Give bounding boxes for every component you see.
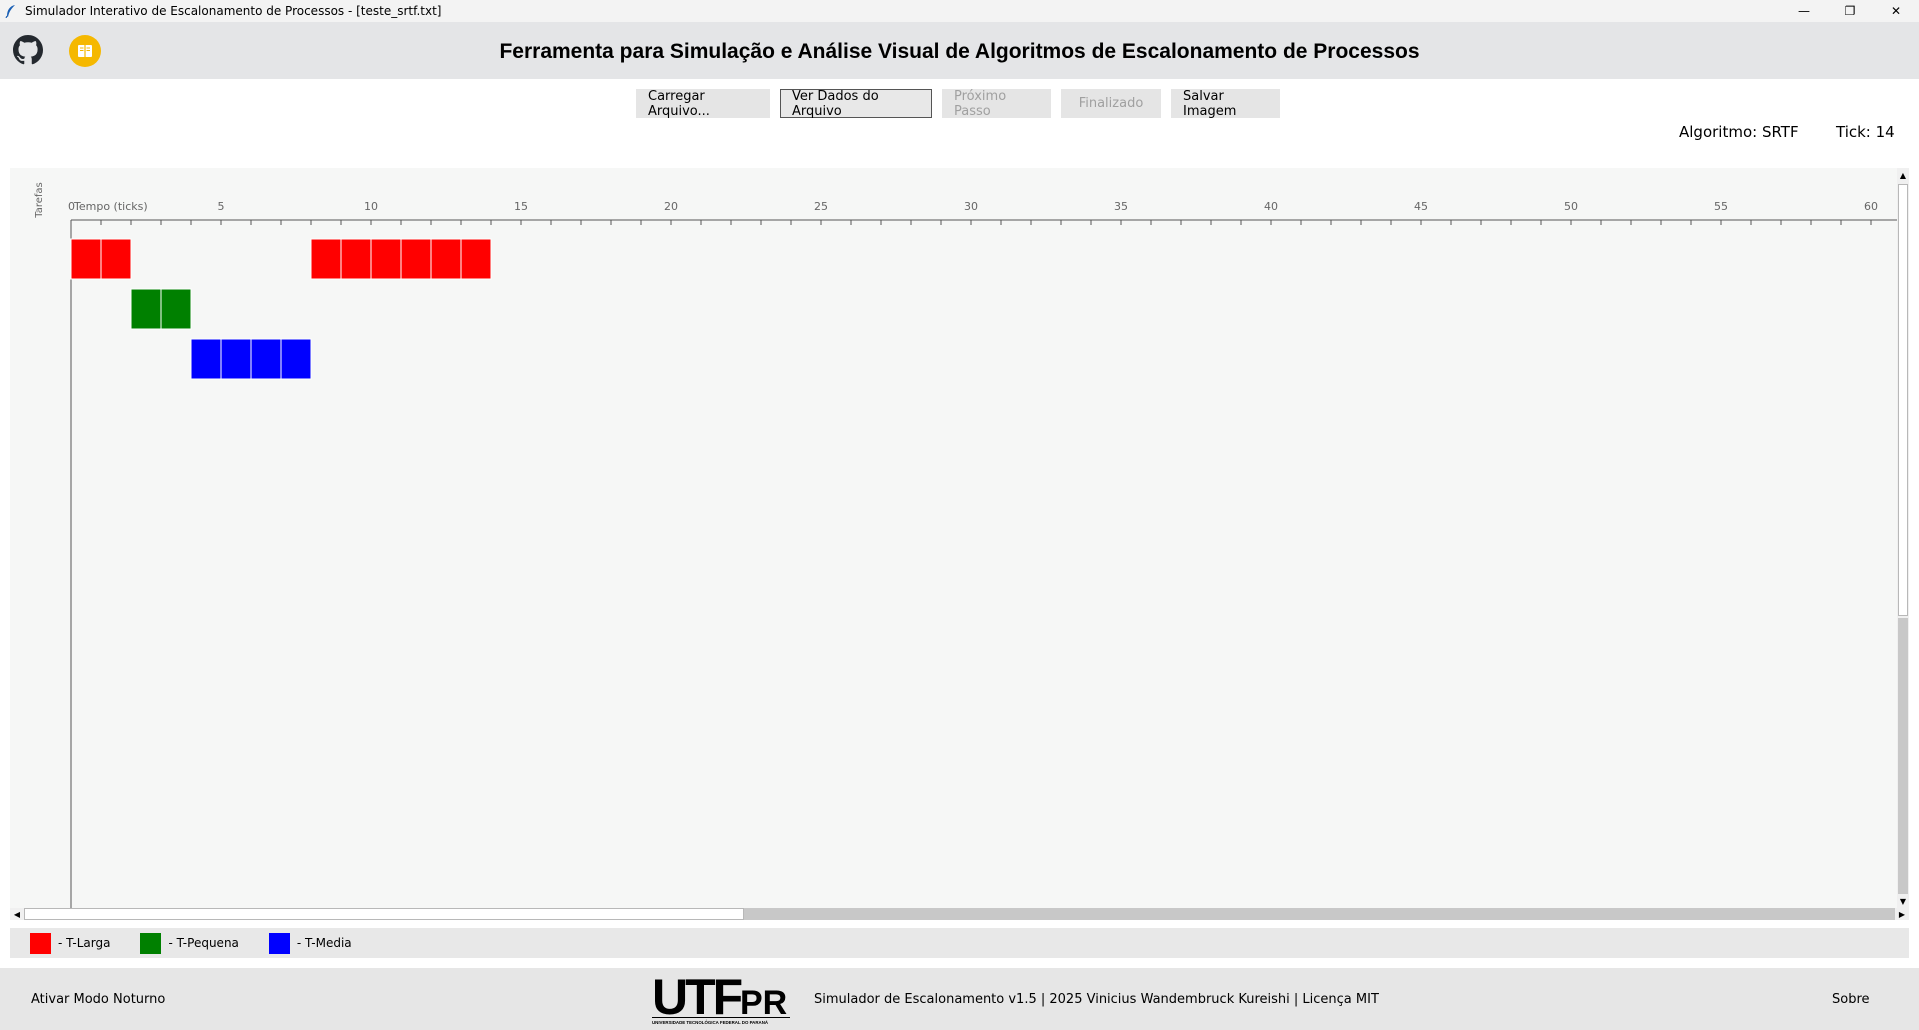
maximize-button[interactable]: ❐	[1827, 0, 1873, 22]
gantt-block-t-larga	[400, 238, 432, 280]
x-tick-label: 15	[514, 200, 528, 213]
tick-counter: Tick: 14	[1836, 123, 1895, 141]
close-button[interactable]: ✕	[1873, 0, 1919, 22]
gantt-chart-canvas: Tarefas 0 5 10 15 20 25 30 35 40 45 50 55 60 Tempo (ti…	[10, 168, 1898, 908]
vertical-scroll-track[interactable]	[1898, 618, 1908, 894]
scroll-right-arrow-icon[interactable]: ▶	[1895, 908, 1909, 920]
horizontal-scroll-thumb[interactable]	[24, 908, 744, 920]
finished-button[interactable]: Finalizado	[1061, 89, 1161, 118]
vertical-scrollbar[interactable]: ▲ ▼	[1897, 168, 1909, 908]
night-mode-toggle[interactable]: Ativar Modo Noturno	[31, 992, 165, 1007]
x-tick-label: 45	[1414, 200, 1428, 213]
app-header: Ferramenta para Simulação e Análise Visu…	[0, 22, 1919, 79]
gantt-block-t-larga	[430, 238, 462, 280]
utfpr-logo: UTF PR UNIVERSIDADE TECNOLÓGICA FEDERAL …	[652, 974, 790, 1025]
gantt-block-t-larga	[100, 238, 132, 280]
gantt-block-t-pequena	[160, 288, 192, 330]
legend-item-t-pequena: - T-Pequena	[140, 932, 239, 954]
x-axis-label: Tempo (ticks)	[73, 200, 148, 213]
scroll-left-arrow-icon[interactable]: ◀	[10, 908, 24, 920]
gantt-block-t-pequena	[130, 288, 162, 330]
scroll-up-arrow-icon[interactable]: ▲	[1897, 168, 1909, 182]
gantt-block-t-media	[220, 338, 252, 380]
x-tick-label: 25	[814, 200, 828, 213]
x-tick-label: 55	[1714, 200, 1728, 213]
x-tick-label: 20	[664, 200, 678, 213]
legend-label: - T-Larga	[58, 936, 111, 950]
toolbar: Carregar Arquivo... Ver Dados do Arquivo…	[636, 89, 1280, 119]
feather-icon	[5, 4, 19, 18]
gantt-block-t-media	[190, 338, 222, 380]
x-tick-label: 35	[1114, 200, 1128, 213]
legend-swatch	[268, 932, 290, 954]
save-image-button[interactable]: Salvar Imagem	[1171, 89, 1280, 119]
page-title: Ferramenta para Simulação e Análise Visu…	[499, 40, 1420, 63]
gantt-block-t-media	[280, 338, 312, 380]
scroll-down-arrow-icon[interactable]: ▼	[1897, 894, 1909, 908]
window-title: Simulador Interativo de Escalonamento de…	[25, 4, 442, 18]
about-link[interactable]: Sobre	[1832, 992, 1870, 1007]
gantt-block-t-larga	[340, 238, 372, 280]
window-title-bar: Simulador Interativo de Escalonamento de…	[0, 0, 1919, 22]
gantt-block-t-larga	[370, 238, 402, 280]
load-file-button[interactable]: Carregar Arquivo...	[636, 89, 770, 119]
x-tick-label: 5	[218, 200, 225, 213]
credits-text: Simulador de Escalonamento v1.5 | 2025 V…	[814, 992, 1379, 1007]
x-tick-label: 30	[964, 200, 978, 213]
gantt-chart: Tarefas 0 5 10 15 20 25 30 35 40 45 50 55 60Tempo (ti…	[34, 182, 1897, 908]
minimize-button[interactable]: —	[1781, 0, 1827, 22]
legend-label: - T-Pequena	[168, 936, 239, 950]
next-step-button[interactable]: Próximo Passo	[942, 89, 1051, 119]
y-axis-label: Tarefas	[34, 182, 45, 218]
legend-item-t-media: - T-Media	[268, 932, 352, 954]
legend-label: - T-Media	[296, 936, 352, 950]
gantt-block-t-larga	[70, 238, 102, 280]
legend-item-t-larga: - T-Larga	[30, 932, 111, 954]
window-controls: — ❐ ✕	[1781, 0, 1919, 22]
horizontal-scrollbar[interactable]: ◀ ▶	[10, 908, 1909, 920]
gantt-block-t-larga	[310, 238, 342, 280]
gantt-block-t-media	[250, 338, 282, 380]
x-tick-label: 60	[1864, 200, 1878, 213]
vertical-scroll-thumb[interactable]	[1898, 184, 1908, 616]
legend-swatch	[30, 932, 51, 954]
legend-swatch	[140, 932, 162, 954]
footer: Ativar Modo Noturno UTF PR UNIVERSIDADE …	[0, 968, 1919, 1030]
x-tick-label: 50	[1564, 200, 1578, 213]
svg-text:PR: PR	[740, 984, 787, 1022]
view-file-data-button[interactable]: Ver Dados do Arquivo	[780, 89, 932, 119]
gantt-block-t-larga	[460, 238, 492, 280]
x-tick-label: 10	[364, 200, 378, 213]
legend: - T-Larga - T-Pequena - T-Media	[10, 928, 1909, 958]
algorithm-label: Algoritmo: SRTF	[1679, 123, 1799, 141]
svg-text:UNIVERSIDADE TECNOLÓGICA FEDER: UNIVERSIDADE TECNOLÓGICA FEDERAL DO PARA…	[652, 1020, 769, 1025]
x-tick-label: 40	[1264, 200, 1278, 213]
